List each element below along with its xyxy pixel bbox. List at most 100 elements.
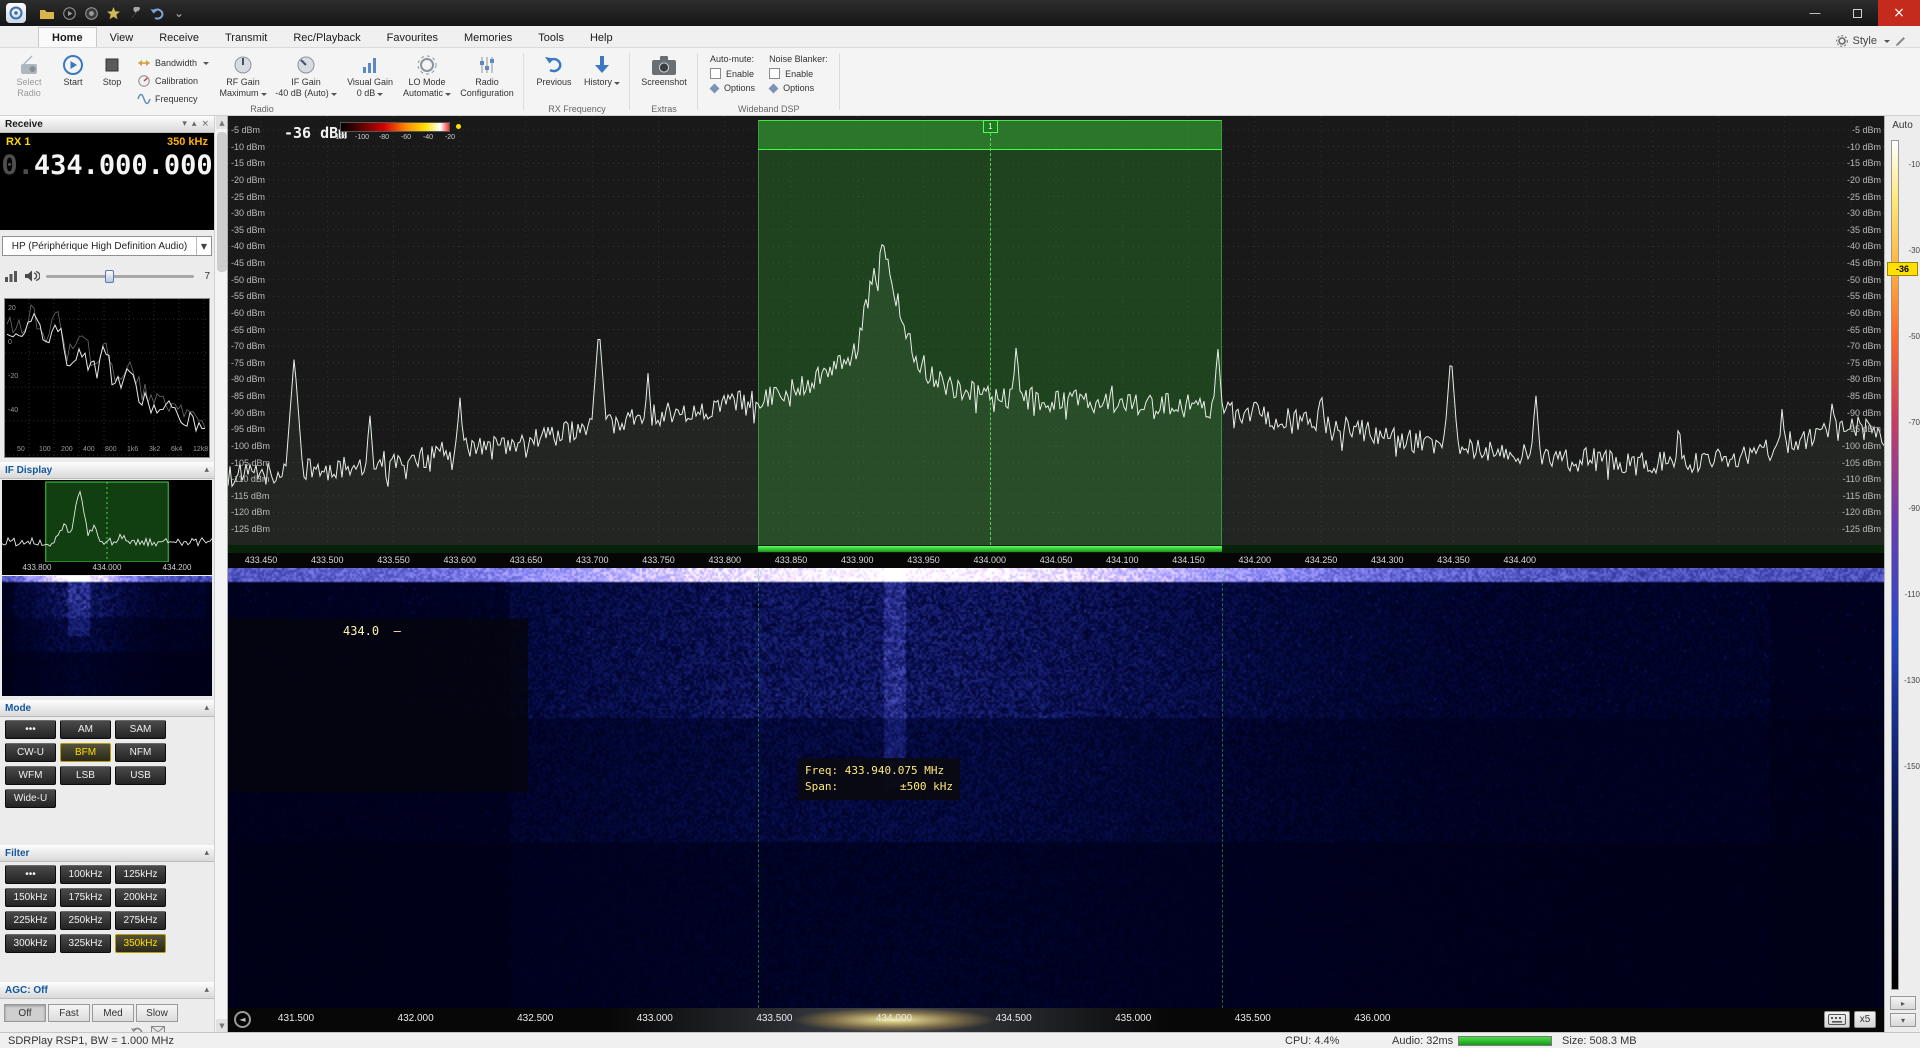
noise-blanker-enable-checkbox[interactable]	[769, 68, 780, 79]
mode-collapse-icon[interactable]: ▴	[204, 703, 209, 713]
noise-blanker-enable[interactable]: Enable	[769, 68, 828, 79]
close-button[interactable]: ×	[1878, 0, 1920, 26]
tuning-marker-flag[interactable]: 1	[983, 120, 998, 133]
style-label[interactable]: Style	[1853, 35, 1877, 47]
filter-button-300khz[interactable]: 300kHz	[5, 934, 56, 953]
bandwidth-button[interactable]: Bandwidth	[134, 55, 212, 71]
play-icon[interactable]	[58, 2, 80, 24]
mode-button-usb[interactable]: USB	[115, 766, 166, 785]
spectrum-display[interactable]: 1 -5 dBm-10 dBm-15 dBm-20 dBm-25 dBm-30 …	[228, 116, 1884, 545]
tab-transmit[interactable]: Transmit	[212, 28, 280, 47]
auto-mute-enable[interactable]: Enable	[710, 68, 755, 79]
pane-close-icon[interactable]: ×	[201, 119, 209, 129]
palette-scroll-right-icon[interactable]: ▸	[1890, 996, 1916, 1010]
volume-slider[interactable]	[46, 269, 194, 283]
stop-button[interactable]: Stop	[94, 50, 130, 102]
tab-rec-playback[interactable]: Rec/Playback	[280, 28, 373, 47]
tab-memories[interactable]: Memories	[451, 28, 525, 47]
if-display-header[interactable]: IF Display ▴	[0, 462, 214, 479]
qat-dropdown-icon[interactable]: ⌄	[168, 2, 190, 24]
select-radio-button[interactable]: Select Radio	[6, 50, 52, 102]
filter-button-350khz[interactable]: 350kHz	[115, 934, 166, 953]
favourite-icon[interactable]	[102, 2, 124, 24]
tab-favourites[interactable]: Favourites	[374, 28, 451, 47]
if-gain-button[interactable]: IF Gain -40 dB (Auto)	[272, 50, 340, 102]
style-gear-icon[interactable]	[1836, 35, 1848, 47]
mode-button-lsb[interactable]: LSB	[60, 766, 111, 785]
mode-button-wfm[interactable]: WFM	[5, 766, 56, 785]
filter-button-325khz[interactable]: 325kHz	[60, 934, 111, 953]
palette-legend-bar[interactable]	[340, 122, 450, 132]
audio-device-caret-icon[interactable]: ▼	[196, 237, 211, 255]
filter-button-175khz[interactable]: 175kHz	[60, 888, 111, 907]
history-button[interactable]: History	[580, 50, 624, 102]
receive-panel-scrollbar[interactable]: ▲ ▼	[214, 116, 228, 1032]
mode-button-cw-u[interactable]: CW-U	[5, 743, 56, 762]
mode-header[interactable]: Mode ▴	[0, 700, 214, 717]
if-spectrum[interactable]	[2, 480, 212, 562]
filter-header[interactable]: Filter ▴	[0, 845, 214, 862]
lo-mode-button[interactable]: LO Mode Automatic	[400, 50, 454, 102]
spectrum-frequency-scale[interactable]: 433.450433.500433.550433.600433.650433.7…	[228, 553, 1884, 568]
pane-dropdown-icon[interactable]: ▾	[182, 119, 187, 129]
filter-button-150khz[interactable]: 150kHz	[5, 888, 56, 907]
palette-auto-label[interactable]: Auto	[1885, 120, 1920, 131]
pane-pin-icon[interactable]: ▴	[192, 119, 197, 129]
filter-button-200khz[interactable]: 200kHz	[115, 888, 166, 907]
agc-header[interactable]: AGC: Off ▴	[0, 982, 214, 999]
mode-button-more[interactable]: •••	[5, 720, 56, 739]
mode-button-am[interactable]: AM	[60, 720, 111, 739]
radio-configuration-button[interactable]: Radio Configuration	[456, 50, 518, 102]
tab-view[interactable]: View	[97, 28, 147, 47]
mode-button-nfm[interactable]: NFM	[115, 743, 166, 762]
keyboard-entry-button[interactable]	[1824, 1011, 1850, 1028]
rf-gain-button[interactable]: RF Gain Maximum	[216, 50, 270, 102]
calibration-button[interactable]: Calibration	[134, 73, 212, 89]
filter-button-125khz[interactable]: 125kHz	[115, 865, 166, 884]
agc-button-fast[interactable]: Fast	[48, 1004, 90, 1022]
palette-level-marker[interactable]: -36	[1887, 262, 1918, 276]
tab-receive[interactable]: Receive	[146, 28, 212, 47]
tab-tools[interactable]: Tools	[525, 28, 577, 47]
scroll-up-icon[interactable]: ▲	[216, 116, 228, 129]
volume-slider-track[interactable]	[46, 275, 194, 278]
screenshot-button[interactable]: Screenshot	[636, 50, 692, 102]
agc-collapse-icon[interactable]: ▴	[204, 985, 209, 995]
filter-button-250khz[interactable]: 250kHz	[60, 911, 111, 930]
mode-button-sam[interactable]: SAM	[115, 720, 166, 739]
minimize-button[interactable]: —	[1794, 0, 1836, 26]
spectrum-zoom-strip[interactable]	[228, 545, 1884, 553]
start-button[interactable]: Start	[54, 50, 92, 102]
waterfall-zoom-button[interactable]: x5	[1854, 1011, 1876, 1028]
zoom-strip-passband[interactable]	[758, 546, 1222, 552]
tuned-frequency[interactable]: 0.434.000.000	[0, 150, 214, 181]
if-display-collapse-icon[interactable]: ▴	[204, 465, 209, 475]
mode-button-wide-u[interactable]: Wide-U	[5, 789, 56, 808]
auto-mute-enable-checkbox[interactable]	[710, 68, 721, 79]
folder-icon[interactable]	[36, 2, 58, 24]
filter-button-275khz[interactable]: 275kHz	[115, 911, 166, 930]
palette-scroll-down-icon[interactable]: ▾	[1890, 1013, 1916, 1027]
wrench-icon[interactable]	[124, 2, 146, 24]
tab-home[interactable]: Home	[38, 27, 97, 47]
tab-help[interactable]: Help	[577, 28, 626, 47]
volume-slider-thumb[interactable]	[105, 270, 114, 283]
edit-icon[interactable]	[1895, 36, 1906, 47]
levels-icon[interactable]	[4, 269, 18, 283]
waterfall-display[interactable]: 434.0 – Freq: 433.940.075 MHz Span: ±500…	[228, 568, 1884, 1008]
audio-device-select[interactable]: HP (Périphérique High Definition Audio) …	[2, 236, 212, 256]
filter-button-more[interactable]: •••	[5, 865, 56, 884]
tuning-marker-line[interactable]	[990, 133, 991, 545]
maximize-button[interactable]	[1836, 0, 1878, 26]
visual-gain-button[interactable]: Visual Gain 0 dB	[342, 50, 398, 102]
waterfall-frequency-scale[interactable]: ◄ x5 431.500432.000432.500433.000433.500…	[228, 1008, 1884, 1032]
filter-collapse-icon[interactable]: ▴	[204, 848, 209, 858]
auto-mute-options[interactable]: Options	[710, 83, 755, 93]
waterfall-pause-button[interactable]: ◄	[234, 1011, 251, 1028]
mode-button-bfm[interactable]: BFM	[60, 743, 111, 762]
filter-button-100khz[interactable]: 100kHz	[60, 865, 111, 884]
filter-button-225khz[interactable]: 225kHz	[5, 911, 56, 930]
undo-icon[interactable]	[146, 2, 168, 24]
speaker-icon[interactable]	[24, 269, 40, 283]
record-icon[interactable]	[80, 2, 102, 24]
